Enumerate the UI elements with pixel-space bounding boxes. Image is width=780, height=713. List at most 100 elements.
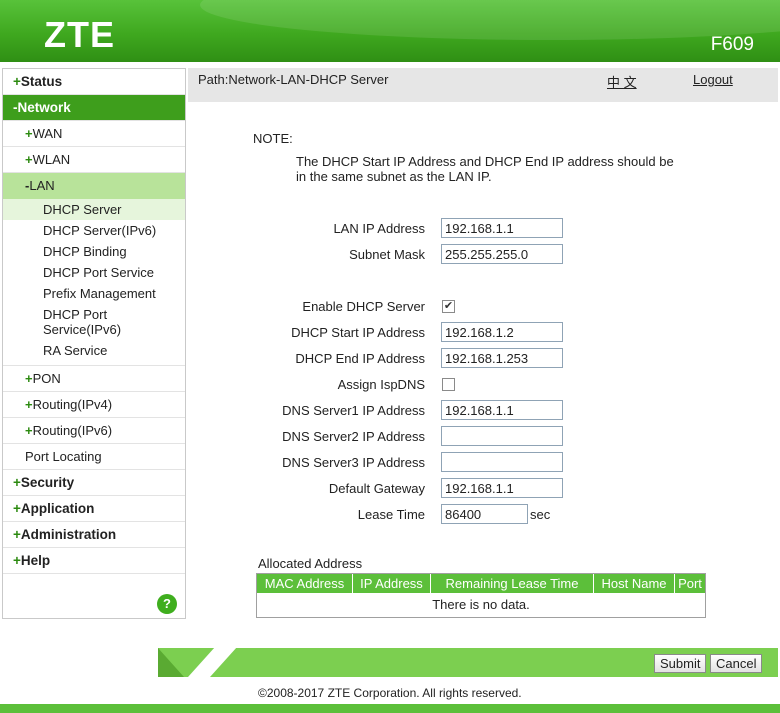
dhcp-end-input[interactable]: [441, 348, 563, 368]
column-header-lease: Remaining Lease Time: [431, 574, 594, 593]
copyright-text: ©2008-2017 ZTE Corporation. All rights r…: [258, 686, 522, 700]
subnet-mask-input[interactable]: [441, 244, 563, 264]
sidebar-item-label: PON: [32, 371, 61, 386]
dhcp-start-input[interactable]: [441, 322, 563, 342]
sidebar-item-wan[interactable]: +WAN: [3, 121, 185, 147]
enable-dhcp-checkbox[interactable]: ✔: [442, 300, 455, 313]
zte-logo: ZTE: [44, 14, 115, 55]
sidebar-item-label: WLAN: [32, 152, 71, 167]
column-header-ip: IP Address: [353, 574, 431, 593]
note-label: NOTE:: [253, 131, 293, 146]
sidebar-leaf-dhcp-server-ipv6[interactable]: DHCP Server(IPv6): [3, 220, 185, 241]
column-header-host: Host Name: [594, 574, 675, 593]
sidebar-leaf-prefix-management[interactable]: Prefix Management: [3, 283, 185, 304]
sidebar-item-routing-ipv6[interactable]: +Routing(IPv6): [3, 418, 185, 444]
gateway-row: Default Gateway: [188, 478, 748, 500]
sidebar-item-status[interactable]: +Status: [3, 69, 185, 95]
header-swoosh: [200, 0, 780, 40]
submit-button[interactable]: Submit: [654, 654, 707, 673]
dns3-label: DNS Server3 IP Address: [282, 455, 425, 470]
allocated-address-title: Allocated Address: [258, 556, 363, 571]
dns2-row: DNS Server2 IP Address: [188, 426, 748, 448]
breadcrumb: Path:Network-LAN-DHCP Server: [198, 72, 389, 87]
sidebar-item-label: WAN: [32, 126, 63, 141]
sidebar-item-application[interactable]: +Application: [3, 496, 185, 522]
sidebar-leaf-dhcp-port-service-ipv6[interactable]: DHCP Port Service(IPv6): [3, 304, 185, 340]
sidebar-item-label: LAN: [29, 178, 55, 193]
sidebar-item-port-locating[interactable]: Port Locating: [3, 444, 185, 470]
sidebar-item-wlan[interactable]: +WLAN: [3, 147, 185, 173]
action-bar-stripe: [158, 648, 184, 677]
dns2-input[interactable]: [441, 426, 563, 446]
lan-ip-row: LAN IP Address: [188, 218, 748, 240]
gateway-input[interactable]: [441, 478, 563, 498]
language-switch-link[interactable]: 中 文: [607, 72, 637, 91]
sidebar-leaf-dhcp-port-service[interactable]: DHCP Port Service: [3, 262, 185, 283]
expand-icon: +: [13, 475, 21, 490]
expand-icon: +: [25, 126, 33, 141]
dhcp-end-label: DHCP End IP Address: [295, 351, 425, 366]
isp-dns-checkbox[interactable]: [442, 378, 455, 391]
bottom-stripe: [0, 704, 780, 713]
sidebar-item-label: Help: [20, 553, 51, 568]
dhcp-start-row: DHCP Start IP Address: [188, 322, 748, 344]
lan-submenu: DHCP Server DHCP Server(IPv6) DHCP Bindi…: [3, 199, 185, 366]
dns1-input[interactable]: [441, 400, 563, 420]
logout-link[interactable]: Logout: [693, 72, 733, 87]
sidebar-item-administration[interactable]: +Administration: [3, 522, 185, 548]
sidebar-item-label: Application: [20, 501, 95, 516]
expand-icon: +: [13, 501, 21, 516]
sidebar-leaf-dhcp-server[interactable]: DHCP Server: [3, 199, 185, 220]
help-question-icon[interactable]: ?: [157, 594, 177, 614]
expand-icon: +: [13, 527, 21, 542]
sidebar-item-lan[interactable]: -LAN: [3, 173, 185, 199]
sidebar-item-label: Status: [20, 74, 63, 89]
sidebar-item-label: Network: [17, 100, 71, 115]
isp-dns-label: Assign IspDNS: [337, 377, 425, 392]
dns3-row: DNS Server3 IP Address: [188, 452, 748, 474]
expand-icon: +: [25, 152, 33, 167]
leaf-line: DHCP Port: [43, 307, 108, 322]
lan-ip-input[interactable]: [441, 218, 563, 238]
expand-icon: +: [25, 423, 33, 438]
sidebar-item-routing-ipv4[interactable]: +Routing(IPv4): [3, 392, 185, 418]
expand-icon: +: [25, 397, 33, 412]
expand-icon: +: [25, 371, 33, 386]
sidebar-item-label: Administration: [20, 527, 117, 542]
enable-dhcp-label: Enable DHCP Server: [302, 299, 425, 314]
table-header: MAC Address IP Address Remaining Lease T…: [257, 574, 705, 593]
column-header-port: Port: [678, 576, 702, 591]
lease-unit: sec: [530, 507, 551, 522]
dns3-input[interactable]: [441, 452, 563, 472]
isp-dns-row: Assign IspDNS: [188, 374, 748, 396]
dns1-row: DNS Server1 IP Address: [188, 400, 748, 422]
lease-time-label: Lease Time: [357, 507, 425, 522]
sidebar-item-pon[interactable]: +PON: [3, 366, 185, 392]
lease-time-input[interactable]: [441, 504, 528, 524]
sidebar-item-label: Security: [20, 475, 75, 490]
sidebar-leaf-ra-service[interactable]: RA Service: [3, 340, 185, 361]
dns2-label: DNS Server2 IP Address: [282, 429, 425, 444]
enable-dhcp-row: Enable DHCP Server ✔: [188, 296, 748, 318]
sidebar-item-label: Routing(IPv4): [32, 397, 113, 412]
gateway-label: Default Gateway: [328, 481, 425, 496]
sidebar-leaf-dhcp-binding[interactable]: DHCP Binding: [3, 241, 185, 262]
sidebar-item-network[interactable]: -Network: [3, 95, 185, 121]
leaf-line: Service(IPv6): [43, 322, 122, 337]
lan-ip-label: LAN IP Address: [333, 221, 425, 236]
path-bar: Path:Network-LAN-DHCP Server 中 文 Logout: [188, 68, 778, 102]
expand-icon: +: [13, 553, 21, 568]
dns1-label: DNS Server1 IP Address: [282, 403, 425, 418]
sidebar-nav: +Status -Network +WAN +WLAN -LAN DHCP Se…: [2, 68, 186, 619]
sidebar-item-help[interactable]: +Help: [3, 548, 185, 574]
subnet-mask-label: Subnet Mask: [349, 247, 425, 262]
sidebar-item-security[interactable]: +Security: [3, 470, 185, 496]
table-empty-message: There is no data.: [432, 597, 530, 612]
column-header-mac: MAC Address: [257, 574, 353, 593]
cancel-button[interactable]: Cancel: [710, 654, 763, 673]
header-banner: ZTE F609: [0, 0, 780, 62]
expand-icon: +: [13, 74, 21, 89]
device-model: F609: [710, 34, 754, 55]
lease-time-row: Lease Time sec: [188, 504, 748, 526]
dhcp-end-row: DHCP End IP Address: [188, 348, 748, 370]
